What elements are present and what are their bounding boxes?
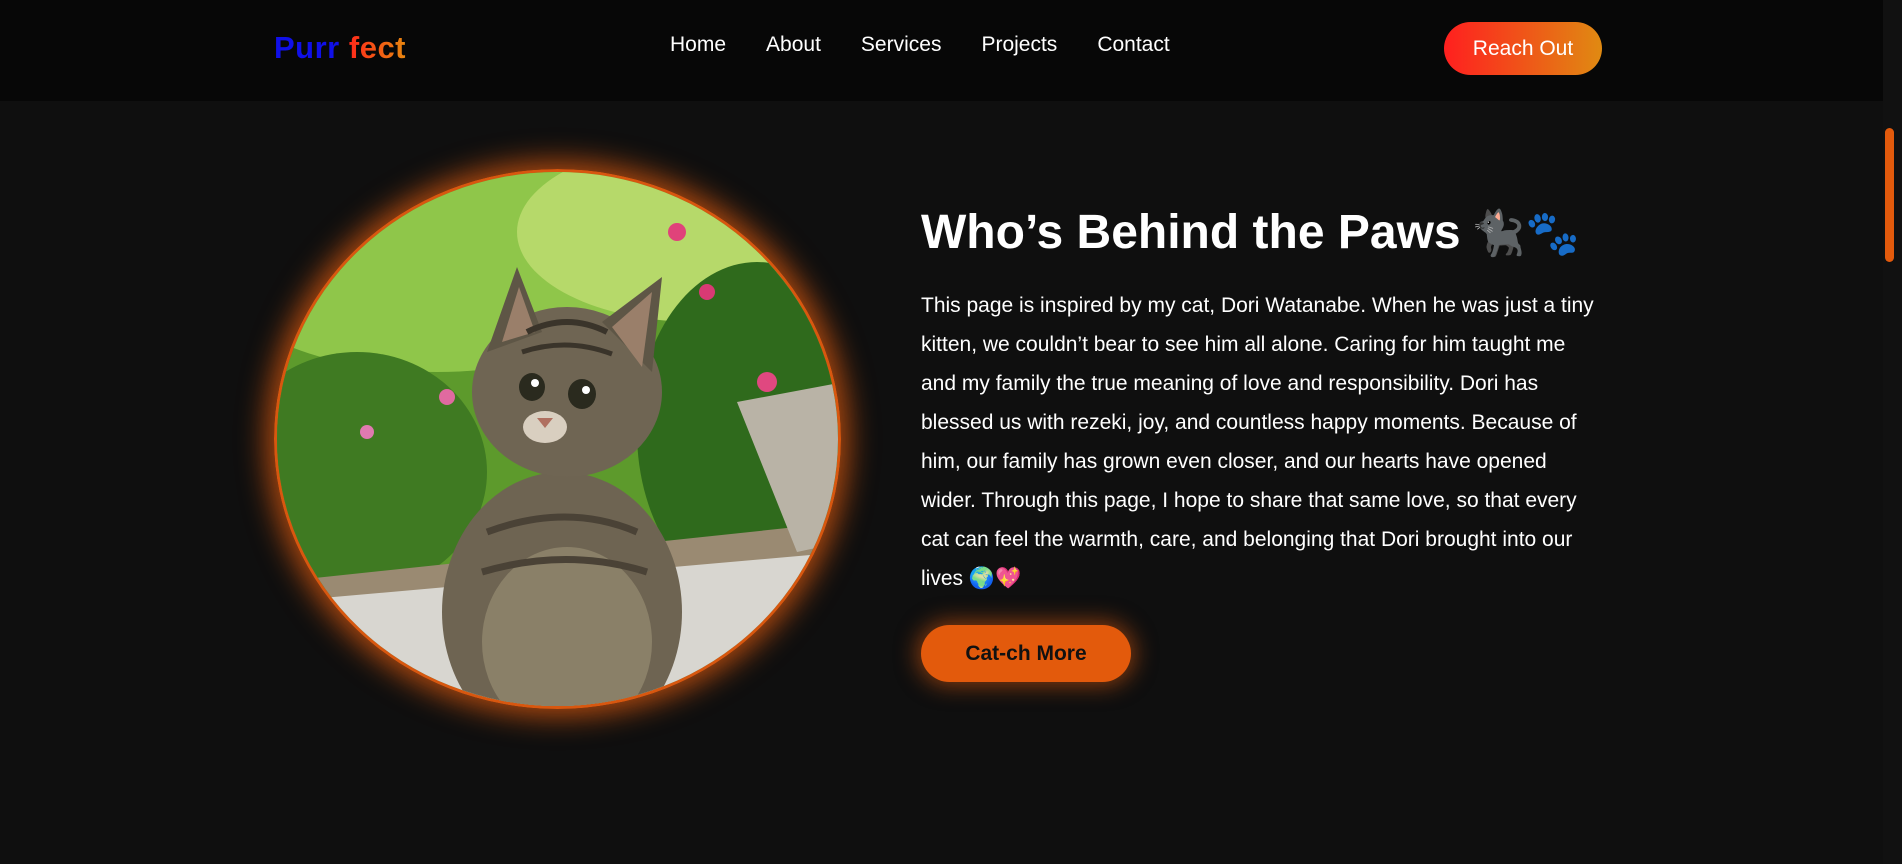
nav-item-contact[interactable]: Contact: [1097, 33, 1169, 57]
cat-paw-emoji-icon: 🐈‍⬛🐾: [1470, 209, 1581, 258]
reach-out-button[interactable]: Reach Out: [1444, 22, 1602, 75]
catch-more-button[interactable]: Cat-ch More: [921, 625, 1131, 682]
about-section: Who’s Behind the Paws 🐈‍⬛🐾 This page is i…: [921, 203, 1601, 598]
nav-item-services[interactable]: Services: [861, 33, 942, 57]
nav-item-projects[interactable]: Projects: [981, 33, 1057, 57]
nav-menu: Home About Services Projects Contact: [670, 33, 1170, 57]
about-heading-text: Who’s Behind the Paws: [921, 206, 1461, 259]
about-paragraph: This page is inspired by my cat, Dori Wa…: [921, 294, 1594, 590]
scrollbar-thumb[interactable]: [1885, 128, 1894, 262]
brand-logo-part2: fect: [348, 30, 407, 65]
about-heading: Who’s Behind the Paws 🐈‍⬛🐾: [921, 203, 1601, 264]
navbar: Purr fect Home About Services Projects C…: [0, 0, 1883, 101]
nav-item-home[interactable]: Home: [670, 33, 726, 57]
brand-logo[interactable]: Purr fect: [274, 30, 406, 66]
cat-photo: [274, 169, 841, 709]
cat-photo-illustration: [277, 172, 838, 706]
brand-logo-part1: Purr: [274, 30, 340, 65]
nav-item-about[interactable]: About: [766, 33, 821, 57]
